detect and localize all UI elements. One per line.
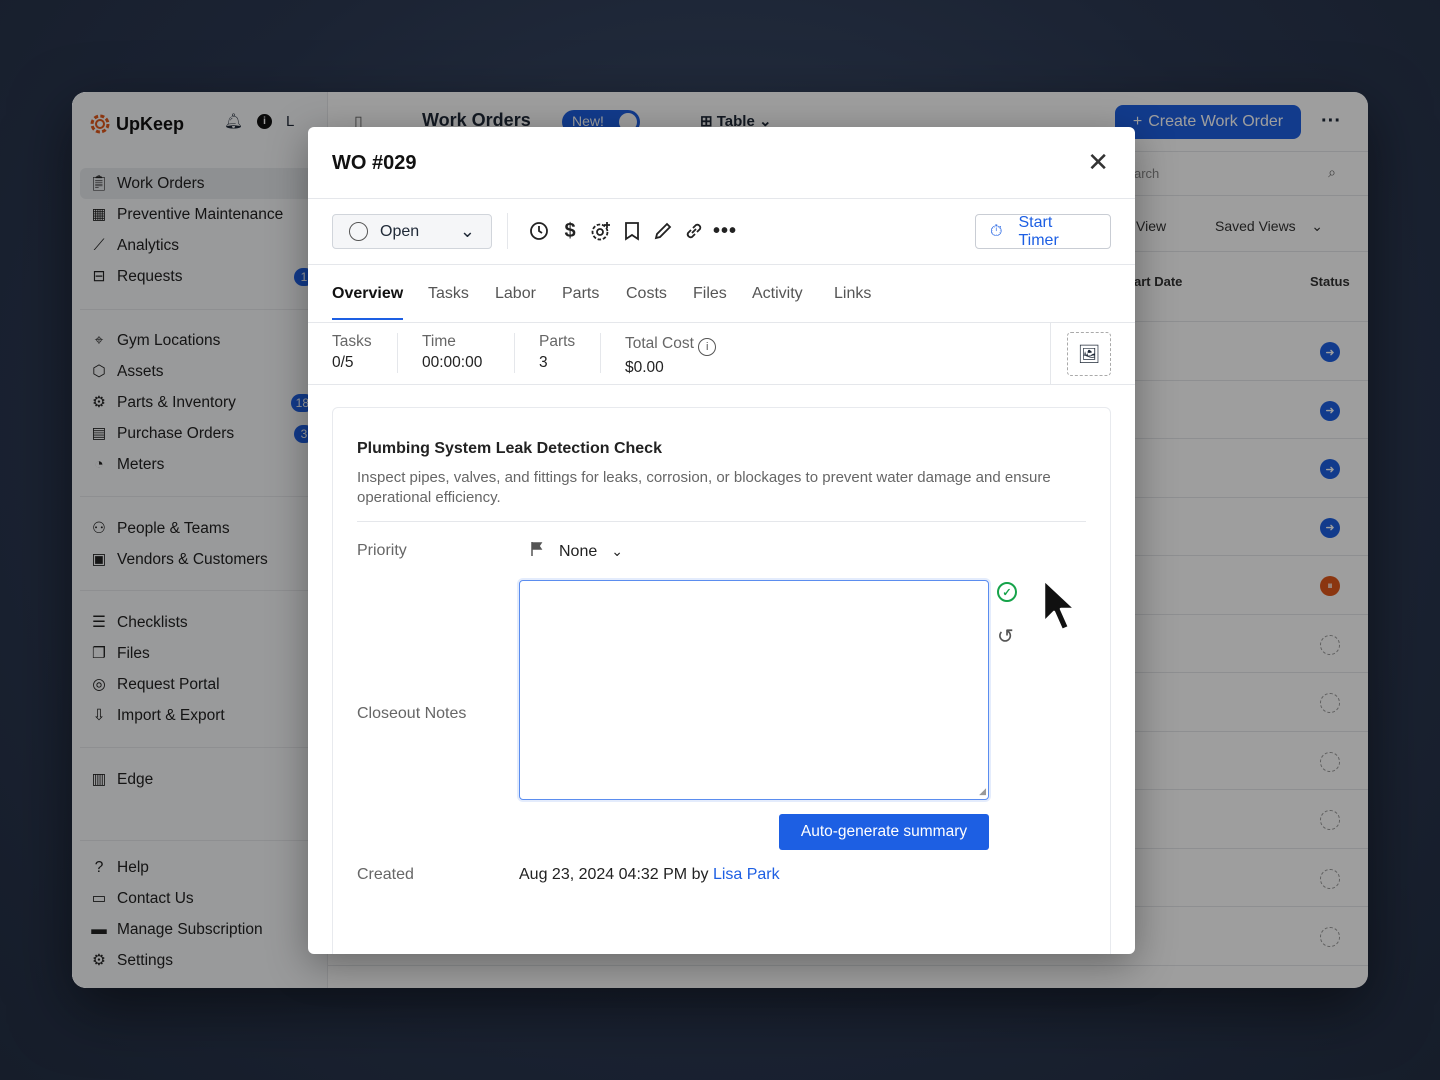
modal-header: WO #029 ✕ <box>308 127 1135 199</box>
flag-icon <box>529 541 545 562</box>
auto-generate-summary-button[interactable]: Auto-generate summary <box>779 814 989 850</box>
mouse-cursor-icon <box>1042 578 1077 632</box>
tab-labor[interactable]: Labor <box>495 285 536 318</box>
start-timer-button[interactable]: ⏱︎ Start Timer <box>975 214 1111 249</box>
clock-icon[interactable] <box>528 217 550 245</box>
modal-tabs: Overview Tasks Labor Parts Costs Files Activit… <box>308 265 1135 323</box>
stat-label: Time <box>422 333 456 350</box>
tab-activity[interactable]: Activity <box>752 285 803 318</box>
status-dropdown[interactable]: Open ⌄ <box>332 214 492 249</box>
stat-value: $0.00 <box>625 359 664 376</box>
resize-handle-icon[interactable]: ◢ <box>979 786 986 797</box>
check-circle-icon[interactable]: ✓ <box>997 582 1017 602</box>
work-order-description: Inspect pipes, valves, and fittings for … <box>357 469 1051 506</box>
image-upload-area: 🖼︎ <box>1050 323 1135 385</box>
stat-tasks: Tasks 0/5 <box>332 333 372 372</box>
closeout-notes-label: Closeout Notes <box>357 705 467 722</box>
closeout-notes-textarea[interactable]: ◢ <box>519 580 989 800</box>
stat-label: Parts <box>539 333 576 350</box>
image-icon: 🖼︎ <box>1077 343 1101 364</box>
tab-links[interactable]: Links <box>834 285 871 318</box>
priority-label: Priority <box>357 542 407 559</box>
stat-total-cost: Total Cost i $0.00 <box>625 335 717 377</box>
start-timer-label: Start Timer <box>1018 213 1059 249</box>
divider <box>507 213 508 249</box>
divider <box>397 333 398 373</box>
work-order-title: Plumbing System Leak Detection Check <box>357 440 662 457</box>
divider <box>357 521 1086 522</box>
stat-label: Tasks <box>332 333 372 350</box>
tab-overview[interactable]: Overview <box>332 285 404 320</box>
more-options-icon[interactable]: ••• <box>713 217 736 245</box>
overview-card: Plumbing System Leak Detection Check Ins… <box>332 407 1111 954</box>
created-date: Aug 23, 2024 04:32 PM <box>519 866 688 883</box>
created-info: Aug 23, 2024 04:32 PM by Lisa Park <box>519 866 780 884</box>
link-icon[interactable] <box>683 217 705 245</box>
stat-label-row: Total Cost i <box>625 335 717 356</box>
info-icon[interactable]: i <box>698 338 717 356</box>
image-upload-button[interactable]: 🖼︎ <box>1067 332 1111 376</box>
pencil-icon[interactable] <box>652 217 674 245</box>
bookmark-icon[interactable] <box>621 217 643 245</box>
tab-costs[interactable]: Costs <box>626 285 667 318</box>
stat-parts: Parts 3 <box>539 333 575 372</box>
stat-value: 00:00:00 <box>422 354 483 371</box>
toolbar-icons: $ ••• <box>528 217 736 245</box>
status-label: Open <box>380 222 420 240</box>
chevron-down-icon: ⌄ <box>459 221 475 241</box>
stats-bar: Tasks 0/5 Time 00:00:00 Parts 3 Total Cost … <box>308 323 1135 385</box>
priority-dropdown[interactable]: None ⌄ <box>529 541 623 562</box>
priority-value: None <box>559 542 598 560</box>
modal-toolbar: Open ⌄ $ ••• ⏱︎ Start Timer <box>308 199 1135 265</box>
stat-label: Total Cost <box>625 335 694 352</box>
created-user-link[interactable]: Lisa Park <box>713 866 780 883</box>
stat-time: Time 00:00:00 <box>422 333 482 372</box>
divider <box>600 333 601 373</box>
status-open-icon <box>349 222 368 241</box>
tab-parts[interactable]: Parts <box>562 285 599 318</box>
modal-title: WO #029 <box>332 152 417 174</box>
stopwatch-icon: ⏱︎ <box>990 222 1003 240</box>
stat-value: 0/5 <box>332 354 354 371</box>
undo-icon[interactable]: ↺ <box>997 624 1014 649</box>
created-label: Created <box>357 866 414 883</box>
tab-files[interactable]: Files <box>693 285 727 318</box>
created-by: by <box>691 866 709 883</box>
close-icon[interactable]: ✕ <box>1087 149 1109 175</box>
tab-tasks[interactable]: Tasks <box>428 285 469 318</box>
chevron-down-icon: ⌄ <box>611 543 623 559</box>
divider <box>514 333 515 373</box>
work-order-modal: WO #029 ✕ Open ⌄ $ ••• ⏱︎ Start Timer Ov… <box>308 127 1135 954</box>
dollar-icon[interactable]: $ <box>559 217 581 245</box>
stat-value: 3 <box>539 354 548 371</box>
gear-add-icon[interactable] <box>590 217 612 245</box>
